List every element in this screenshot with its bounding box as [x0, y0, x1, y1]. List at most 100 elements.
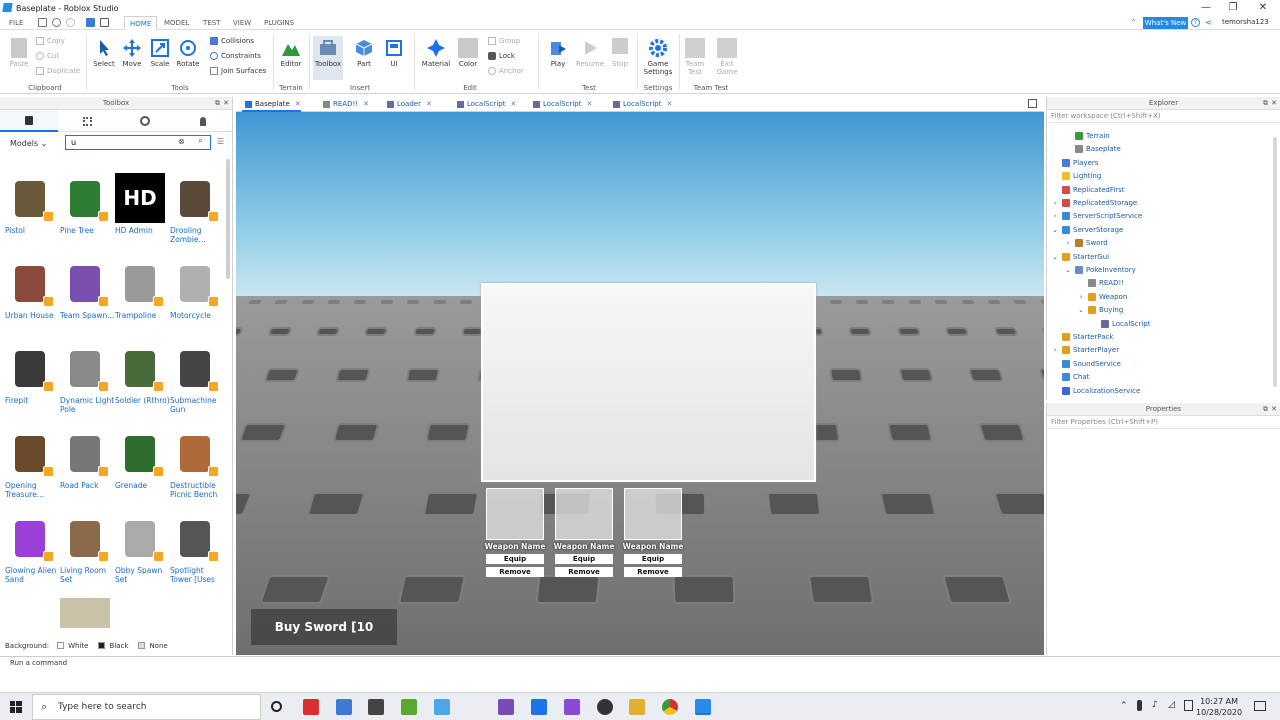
- close-tab-icon[interactable]: ✕: [510, 100, 516, 108]
- close-tab-icon[interactable]: ✕: [666, 100, 672, 108]
- explorer-item[interactable]: ⌄ PokeInventory: [1064, 264, 1136, 276]
- team-test-button[interactable]: Team Test: [682, 38, 708, 76]
- move-tool-button[interactable]: Move: [118, 38, 146, 68]
- toolbox-search-input[interactable]: [65, 135, 211, 150]
- app-store-icon[interactable]: [434, 699, 450, 715]
- white-swatch-icon[interactable]: [57, 642, 65, 649]
- toolbox-item[interactable]: Submachine Gun: [170, 343, 225, 423]
- paste-button[interactable]: Paste: [6, 38, 32, 68]
- explorer-item[interactable]: Terrain: [1064, 130, 1110, 142]
- app-obs-icon[interactable]: [597, 699, 613, 715]
- document-tab[interactable]: LocalScript ✕: [610, 97, 672, 112]
- close-icon[interactable]: ✕: [223, 97, 229, 110]
- toolbox-item[interactable]: Soldier (Rthro): [115, 343, 170, 423]
- dock-icon[interactable]: ⧉: [215, 97, 220, 110]
- share-icon[interactable]: ⋖: [1205, 18, 1214, 27]
- remove-button[interactable]: Remove: [555, 567, 613, 577]
- none-swatch-icon[interactable]: [138, 642, 146, 649]
- explorer-item[interactable]: › Weapon: [1077, 291, 1127, 303]
- close-button[interactable]: ✕: [1256, 1, 1270, 15]
- toolbox-item[interactable]: Drooling Zombie...: [170, 173, 225, 253]
- tab-model[interactable]: MODEL: [159, 16, 194, 30]
- volume-icon[interactable]: ♪: [1152, 700, 1158, 710]
- explorer-item[interactable]: › ServerScriptService: [1051, 210, 1142, 222]
- toolbox-item-thumbnail[interactable]: [115, 598, 165, 628]
- dock-icon[interactable]: ⧉: [1263, 403, 1268, 416]
- rotate-tool-button[interactable]: Rotate: [174, 38, 202, 68]
- explorer-item[interactable]: StarterPack: [1051, 331, 1113, 343]
- background-option-none[interactable]: None: [149, 642, 167, 650]
- explorer-item[interactable]: Players: [1051, 157, 1098, 169]
- tab-plugins[interactable]: PLUGINS: [259, 16, 299, 30]
- app-roblox-player-icon[interactable]: [303, 699, 319, 715]
- document-tab[interactable]: Loader ✕: [384, 97, 432, 112]
- game-settings-button[interactable]: Game Settings: [641, 38, 675, 76]
- explorer-item[interactable]: ⌄ Buying: [1077, 304, 1123, 316]
- select-tool-button[interactable]: Select: [90, 38, 118, 68]
- terrain-editor-button[interactable]: Editor: [277, 38, 305, 68]
- username[interactable]: temorsha123: [1222, 18, 1269, 26]
- color-button[interactable]: Color: [454, 38, 482, 68]
- explorer-filter-input[interactable]: Filter workspace (Ctrl+Shift+X): [1047, 110, 1280, 123]
- dock-icon[interactable]: ⧉: [1263, 97, 1268, 110]
- search-icon[interactable]: ⌕: [198, 136, 203, 146]
- maximize-button[interactable]: ❐: [1226, 1, 1240, 15]
- copy-button[interactable]: Copy: [36, 37, 65, 45]
- expand-arrow-icon[interactable]: ⌄: [1051, 226, 1059, 234]
- scale-tool-button[interactable]: Scale: [146, 38, 174, 68]
- windows-start-icon[interactable]: [10, 701, 22, 713]
- toolbox-item[interactable]: Spotlight Tower [Uses: [170, 513, 225, 593]
- tab-recent[interactable]: [116, 110, 174, 132]
- toolbox-item-thumbnail[interactable]: [170, 598, 220, 628]
- close-tab-icon[interactable]: ✕: [295, 100, 301, 108]
- tab-file[interactable]: FILE: [4, 16, 28, 30]
- toolbox-item[interactable]: Opening Treasure...: [5, 428, 60, 508]
- app-visual-studio-icon[interactable]: [498, 699, 514, 715]
- expand-arrow-icon[interactable]: ›: [1051, 199, 1059, 207]
- toolbox-scrollbar[interactable]: [226, 159, 230, 279]
- explorer-item[interactable]: LocalScript: [1090, 318, 1150, 330]
- category-dropdown[interactable]: Models ⌄: [10, 139, 47, 148]
- tab-creations[interactable]: [174, 110, 232, 132]
- explorer-item[interactable]: Baseplate: [1064, 143, 1121, 155]
- toolbox-item[interactable]: Dynamic Light Pole: [60, 343, 115, 423]
- network-icon[interactable]: ◿: [1168, 700, 1175, 710]
- cut-button[interactable]: Cut: [36, 52, 59, 60]
- explorer-item[interactable]: LocalizationService: [1051, 385, 1140, 397]
- close-tab-icon[interactable]: ✕: [363, 100, 369, 108]
- constraints-toggle[interactable]: Constraints: [210, 52, 261, 60]
- undo-icon[interactable]: [52, 18, 61, 27]
- microphone-icon[interactable]: [1137, 700, 1142, 711]
- close-tab-icon[interactable]: ✕: [426, 100, 432, 108]
- stop-button[interactable]: Stop: [606, 38, 634, 68]
- black-swatch-icon[interactable]: [98, 642, 106, 649]
- tab-inventory[interactable]: [0, 110, 58, 132]
- explorer-item[interactable]: › StarterPlayer: [1051, 344, 1119, 356]
- save-icon[interactable]: [38, 18, 47, 27]
- expand-arrow-icon[interactable]: ⌄: [1064, 266, 1072, 274]
- close-icon[interactable]: ✕: [1271, 97, 1277, 110]
- document-tab[interactable]: Baseplate ✕: [242, 97, 301, 112]
- 3d-viewport[interactable]: UI ◉ Weapon NameEquipRemoveWeapon NameEq…: [236, 112, 1044, 655]
- document-tab[interactable]: LocalScript ✕: [530, 97, 592, 112]
- equip-button[interactable]: Equip: [624, 554, 682, 564]
- toolbox-item[interactable]: HD HD Admin: [115, 173, 170, 253]
- document-tab[interactable]: LocalScript ✕: [454, 97, 516, 112]
- toolbox-item[interactable]: Firepit: [5, 343, 60, 423]
- explorer-item[interactable]: › ReplicatedStorage: [1051, 197, 1137, 209]
- explorer-item[interactable]: READ!!: [1077, 277, 1124, 289]
- group-button[interactable]: Group: [488, 37, 520, 45]
- tab-home[interactable]: HOME: [124, 16, 158, 30]
- toolbox-item[interactable]: Pine Tree: [60, 173, 115, 253]
- part-button[interactable]: Part: [350, 38, 378, 68]
- app-roblox-studio-icon[interactable]: [695, 699, 711, 715]
- toolbox-item[interactable]: Urban House: [5, 258, 60, 338]
- taskbar-search-box[interactable]: ⌕ Type here to search: [32, 694, 261, 720]
- explorer-scrollbar[interactable]: [1273, 137, 1277, 387]
- toolbox-item[interactable]: Obby Spawn Set: [115, 513, 170, 593]
- duplicate-button[interactable]: Duplicate: [36, 67, 80, 75]
- tab-marketplace[interactable]: [58, 110, 116, 132]
- minimize-button[interactable]: —: [1199, 1, 1213, 15]
- app-shield-icon[interactable]: [368, 699, 384, 715]
- explorer-item[interactable]: ⌄ ServerStorage: [1051, 224, 1123, 236]
